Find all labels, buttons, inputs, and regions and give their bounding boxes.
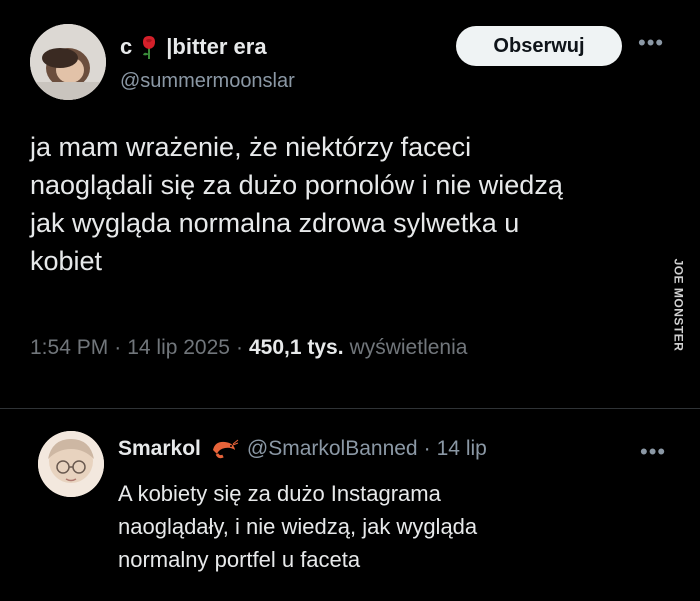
separator: · xyxy=(114,336,122,359)
avatar[interactable] xyxy=(30,24,106,100)
more-horizontal-icon[interactable]: ••• xyxy=(640,439,666,465)
separator: · xyxy=(423,437,431,460)
reply-header: Smarkol @SmarkolBanned · 14 lip xyxy=(118,437,487,461)
more-horizontal-icon[interactable]: ••• xyxy=(638,30,664,56)
reply-avatar[interactable] xyxy=(38,431,104,497)
tweet-date[interactable]: 14 lip 2025 xyxy=(127,336,230,360)
rose-icon xyxy=(143,36,156,59)
reply-text: A kobiety się za dużo Instagrama naogląd… xyxy=(118,481,478,572)
reply-date[interactable]: 14 lip xyxy=(437,437,487,461)
watermark-text: JOE MONSTER xyxy=(671,258,686,352)
follow-button[interactable]: Obserwuj xyxy=(456,26,622,66)
tweet-time[interactable]: 1:54 PM xyxy=(30,336,108,360)
views-count: 450,1 tys. xyxy=(248,336,344,359)
reply-display-name[interactable]: Smarkol xyxy=(118,437,201,461)
shrimp-icon xyxy=(212,439,239,459)
user-handle[interactable]: @summermoonslar xyxy=(120,70,295,93)
display-name-prefix: c xyxy=(120,34,133,59)
reply-tweet: Smarkol @SmarkolBanned · 14 lip ••• A ko… xyxy=(0,409,700,601)
reply-handle[interactable]: @SmarkolBanned xyxy=(247,437,418,461)
display-name-suffix: |bitter era xyxy=(166,34,267,59)
display-name[interactable]: c |bitter era xyxy=(120,34,267,60)
tweet-meta: 1:54 PM · 14 lip 2025 · 450,1 tys. wyświ… xyxy=(30,336,467,360)
views-label: wyświetlenia xyxy=(349,336,468,359)
main-tweet: c |bitter era @summermoonslar Obserwuj •… xyxy=(0,0,700,380)
watermark: JOE MONSTER xyxy=(666,250,690,360)
separator: · xyxy=(235,336,243,359)
tweet-text: ja mam wrażenie, że niektórzy faceci nao… xyxy=(30,132,563,276)
